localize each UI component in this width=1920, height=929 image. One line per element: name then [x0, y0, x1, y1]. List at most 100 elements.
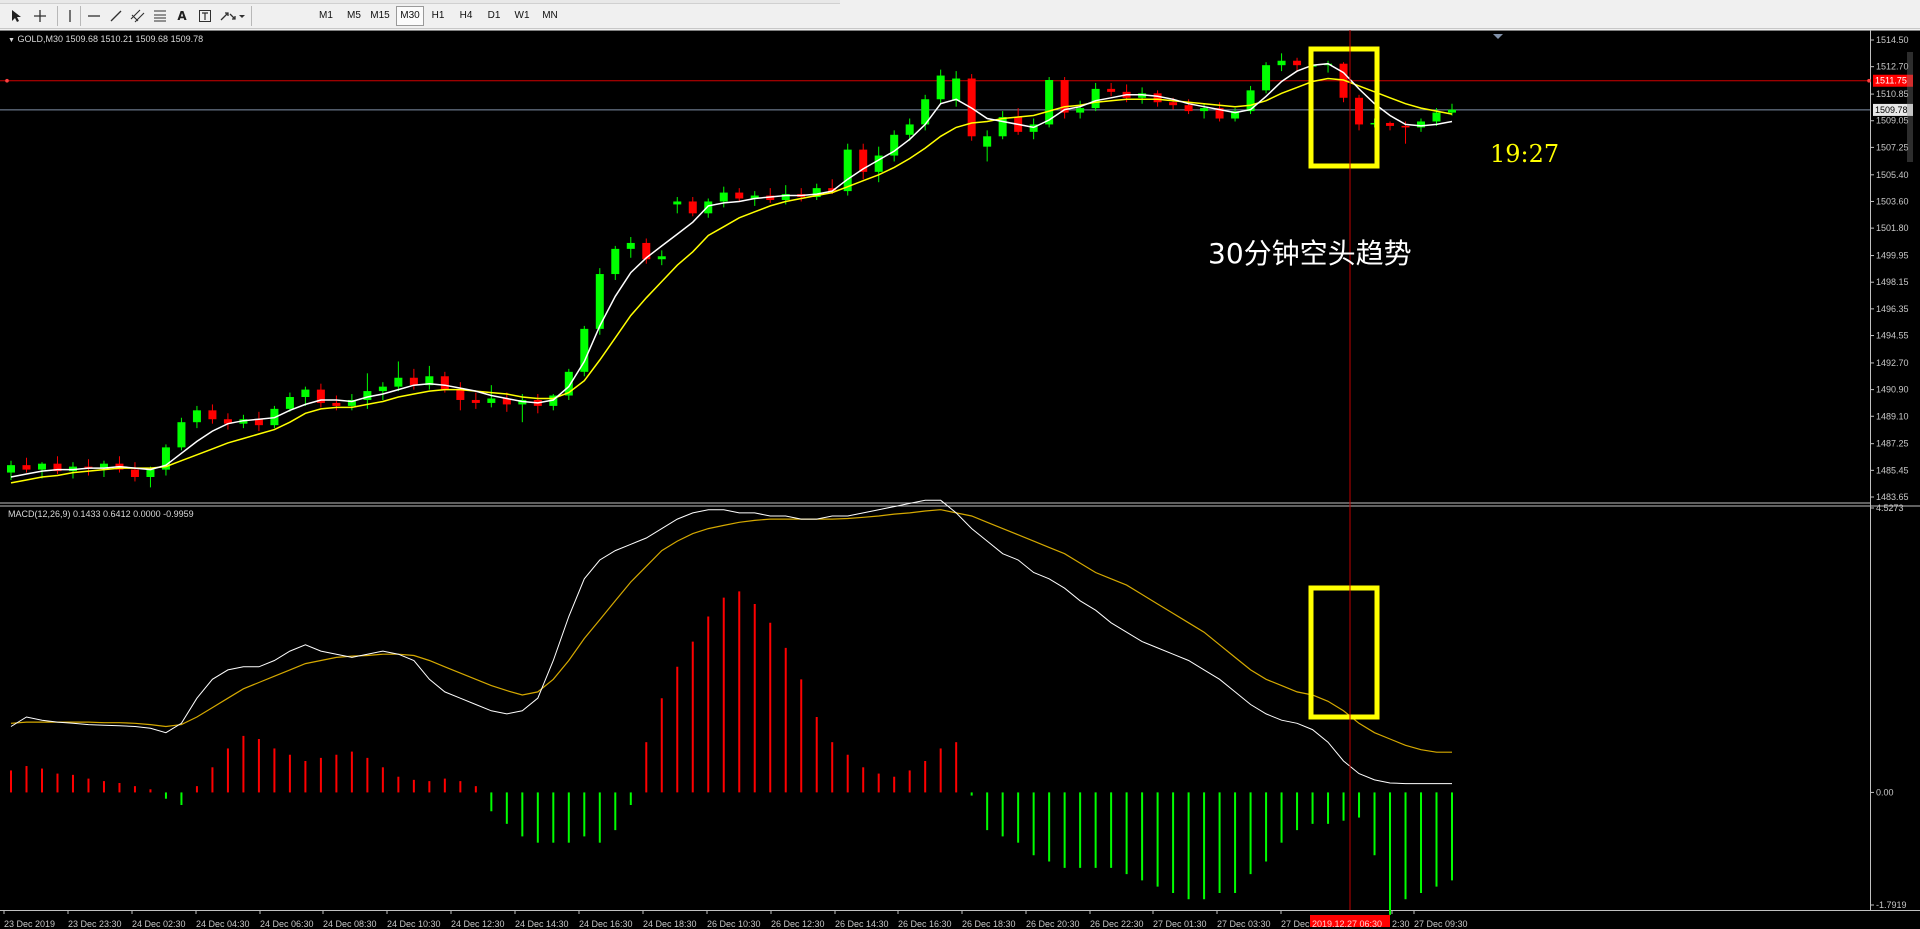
price-axis-label: 1510.85	[1876, 89, 1909, 99]
candle-body	[285, 397, 294, 409]
time-axis-label: 26 Dec 20:30	[1026, 919, 1080, 929]
candle-body	[952, 78, 961, 101]
macd-signal-line	[10, 509, 1452, 753]
macd-main-line	[10, 499, 1452, 785]
channel-icon[interactable]	[128, 6, 148, 26]
candle-body	[1432, 112, 1441, 122]
symbol-ohlc-label: GOLD,M30 1509.68 1510.21 1509.68 1509.78	[17, 34, 204, 44]
macd-axis-label: 4.5273	[1876, 503, 1904, 513]
macd-header-label: MACD(12,26,9) 0.1433 0.6412 0.0000 -0.99…	[8, 509, 194, 519]
time-axis-label: 23 Dec 2019	[4, 919, 55, 929]
toolbar-separator	[80, 6, 81, 26]
horizontal-line-icon[interactable]	[84, 6, 104, 26]
timeframe-d1-button[interactable]: D1	[480, 6, 508, 26]
price-axis-label: 1492.70	[1876, 358, 1909, 368]
candle-body	[177, 422, 186, 448]
timeframe-h1-button[interactable]: H1	[424, 6, 452, 26]
candle-body	[642, 242, 651, 260]
annotation-text: 30分钟空头趋势	[1208, 237, 1412, 270]
collapse-triangle-icon[interactable]: ▼	[8, 37, 15, 44]
candle-body	[1169, 102, 1178, 106]
toolbar-top-strip	[0, 0, 840, 4]
candle-body	[905, 124, 914, 135]
time-axis-label: 26 Dec 22:30	[1090, 919, 1144, 929]
candle-body	[1448, 109, 1456, 113]
candle-body	[1107, 88, 1116, 92]
time-axis-label: 27 Dec 03:30	[1217, 919, 1271, 929]
text-icon[interactable]: A	[173, 6, 191, 26]
toolbar: A M1 M5 M15 M30 H1 H4 D1 W1 MN	[0, 0, 1920, 29]
price-axis-label: 1496.35	[1876, 304, 1909, 314]
price-axis-label: 1485.45	[1876, 465, 1909, 475]
candle-body	[1293, 60, 1302, 66]
alert-price-tag-text: 1511.75	[1875, 76, 1907, 86]
candle-body	[1184, 105, 1193, 112]
price-axis-label: 1489.10	[1876, 411, 1909, 421]
candle-body	[998, 117, 1007, 137]
alert-line-handle[interactable]	[1867, 78, 1871, 83]
macd-axis-label: -1.7919	[1876, 900, 1907, 910]
candle-body	[363, 391, 372, 400]
price-axis-label: 1509.05	[1876, 116, 1909, 126]
candle-body	[735, 192, 744, 199]
price-axis-label: 1514.50	[1876, 35, 1909, 45]
chart-canvas[interactable]: 1514.50 1512.70 1510.85 1509.05 1507.25 1505.…	[0, 30, 1920, 929]
fibonacci-icon[interactable]	[150, 6, 170, 26]
time-axis-label: 24 Dec 04:30	[196, 919, 250, 929]
price-axis-label: 1503.60	[1876, 196, 1909, 206]
time-axis-label: 26 Dec 16:30	[898, 919, 952, 929]
cursor-icon[interactable]	[6, 6, 26, 26]
crosshair-icon[interactable]	[30, 6, 50, 26]
candle-body	[378, 386, 387, 392]
candle-body	[657, 256, 666, 260]
candle-body	[37, 463, 46, 470]
price-axis-label: 1507.25	[1876, 142, 1909, 152]
highlight-box-macd[interactable]	[1308, 585, 1380, 720]
time-axis-label: 26 Dec 14:30	[835, 919, 889, 929]
chart-window[interactable]: 1514.50 1512.70 1510.85 1509.05 1507.25 1505.…	[0, 30, 1920, 929]
time-axis-label: 23 Dec 23:30	[68, 919, 122, 929]
candle-body	[208, 410, 217, 420]
time-axis-label: 2:30	[1392, 919, 1410, 929]
candle-body	[626, 242, 635, 249]
time-axis-label: 27 Dec 09:30	[1414, 919, 1468, 929]
candle-body	[983, 136, 992, 147]
time-axis-label: 26 Dec 12:30	[771, 919, 825, 929]
time-axis-label: 24 Dec 02:30	[132, 919, 186, 929]
price-axis-label: 1490.90	[1876, 385, 1909, 395]
timeframe-h4-button[interactable]: H4	[452, 6, 480, 26]
price-axis-label: 1498.15	[1876, 277, 1909, 287]
candle-body	[719, 192, 728, 202]
chart-shift-marker-icon[interactable]	[1493, 34, 1503, 39]
timeframe-m30-button[interactable]: M30	[396, 6, 424, 26]
trendline-icon[interactable]	[106, 6, 126, 26]
vertical-line-icon[interactable]	[62, 6, 78, 26]
toolbar-separator	[251, 6, 252, 26]
alert-line-handle[interactable]	[5, 78, 9, 83]
time-axis-label: 24 Dec 16:30	[579, 919, 633, 929]
timeframe-mn-button[interactable]: MN	[536, 6, 564, 26]
timeframe-m15-button[interactable]: M15	[366, 6, 394, 26]
candle-body	[688, 201, 697, 214]
price-axis-label: 1512.70	[1876, 62, 1909, 72]
toolbar-separator	[57, 6, 58, 26]
timeframe-m5-button[interactable]: M5	[340, 6, 368, 26]
arrows-icon[interactable]	[218, 6, 246, 26]
axis-scroll-strip[interactable]	[1907, 52, 1913, 162]
candle-body	[394, 377, 403, 387]
candle-body	[1076, 108, 1085, 113]
timeframe-m1-button[interactable]: M1	[312, 6, 340, 26]
candle-body	[456, 389, 465, 400]
price-axis-label: 1505.40	[1876, 170, 1909, 180]
candle-body	[673, 201, 682, 205]
price-axis-label: 1483.65	[1876, 492, 1909, 502]
candle-body	[611, 248, 620, 275]
candle-body	[301, 389, 310, 398]
time-axis-label: 24 Dec 10:30	[387, 919, 441, 929]
candle-body	[1200, 108, 1209, 112]
candle-body	[7, 465, 15, 473]
price-axis-label: 1487.25	[1876, 439, 1909, 449]
time-axis-label: 27 Dec 01:30	[1153, 919, 1207, 929]
timeframe-w1-button[interactable]: W1	[508, 6, 536, 26]
text-label-icon[interactable]	[195, 6, 215, 26]
